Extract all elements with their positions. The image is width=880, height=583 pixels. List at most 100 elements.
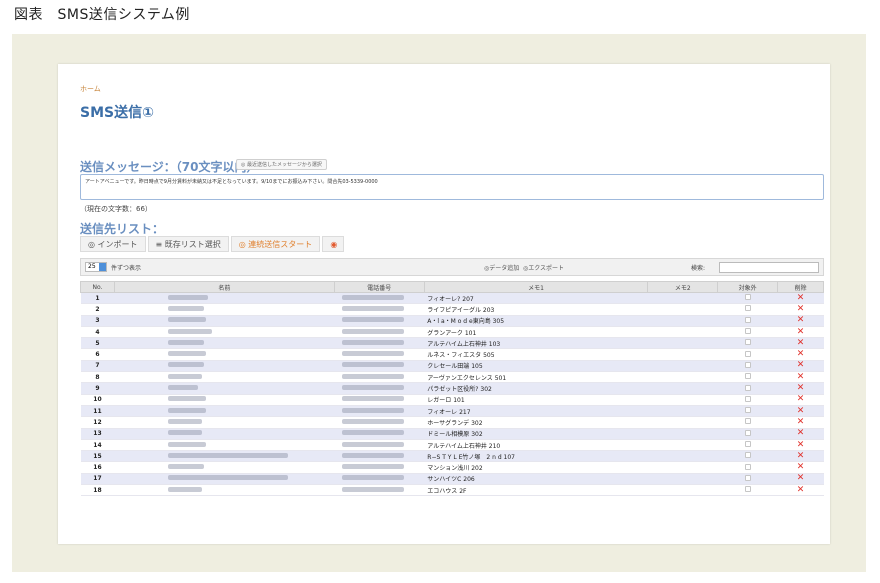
search-input[interactable] (719, 262, 819, 273)
row-no: 9 (80, 382, 115, 395)
table-row: 15 R−S T Y L E竹ノ塚 2 n d 107 ✕ (80, 450, 824, 463)
redacted-name (168, 339, 205, 345)
delete-icon[interactable]: ✕ (777, 348, 824, 361)
delete-icon[interactable]: ✕ (777, 473, 824, 486)
exclude-checkbox[interactable] (744, 395, 751, 402)
row-phone (334, 292, 425, 305)
exclude-checkbox[interactable] (744, 339, 751, 346)
redacted-phone (342, 305, 405, 311)
row-phone (334, 439, 425, 452)
delete-icon[interactable]: ✕ (777, 461, 824, 474)
row-name (114, 326, 335, 339)
exclude-checkbox[interactable] (744, 316, 751, 323)
exclude-checkbox[interactable] (744, 361, 751, 368)
col-exclude[interactable]: 対象外 (717, 281, 779, 293)
delete-icon[interactable]: ✕ (777, 484, 824, 497)
delete-icon[interactable]: ✕ (777, 382, 824, 395)
table-row: 7 クレセール田端 105 ✕ (80, 360, 824, 373)
breadcrumb-home[interactable]: ホーム (80, 84, 101, 94)
search-label: 検索: (691, 265, 706, 272)
table-toolbar: 25 件ずつ表示 ◎データ追加 ◎エクスポート 検索: (80, 258, 824, 276)
export-button[interactable]: ◎エクスポート (523, 263, 564, 272)
col-memo1[interactable]: メモ1 (423, 281, 649, 293)
delete-icon[interactable]: ✕ (777, 405, 824, 418)
table-row: 10 レガーロ 101 ✕ (80, 394, 824, 406)
redacted-phone (342, 418, 405, 424)
delete-icon[interactable]: ✕ (777, 303, 824, 316)
exclude-checkbox[interactable] (744, 486, 751, 493)
row-memo1: アルテハイム上石神井 103 (424, 337, 648, 350)
delete-icon[interactable]: ✕ (777, 315, 824, 327)
delete-icon[interactable]: ✕ (777, 326, 824, 339)
recent-messages-button[interactable]: ◎ 最近送信したメッセージから選択 (236, 159, 327, 170)
exclude-checkbox[interactable] (744, 452, 751, 459)
redacted-name (168, 305, 205, 311)
row-no: 18 (80, 484, 115, 497)
row-phone (334, 303, 425, 316)
existing-list-button[interactable]: ≡ 既存リスト選択 (147, 236, 229, 252)
row-memo2 (647, 461, 718, 474)
table-row: 9 パラゼット区役所? 302 ✕ (80, 382, 824, 395)
exclude-checkbox[interactable] (744, 418, 751, 425)
col-memo2[interactable]: メモ2 (647, 281, 719, 293)
row-exclude (717, 450, 778, 463)
row-memo1: アーヴァンエクセレンス 501 (424, 371, 648, 384)
exclude-checkbox[interactable] (744, 350, 751, 357)
row-phone (334, 461, 425, 474)
exclude-checkbox[interactable] (744, 407, 751, 414)
char-count: （現在の文字数：66） (80, 205, 152, 213)
per-page-select[interactable]: 25 (85, 262, 107, 272)
delete-icon[interactable]: ✕ (777, 337, 824, 350)
col-phone[interactable]: 電話番号 (333, 281, 425, 293)
exclude-checkbox[interactable] (744, 463, 751, 470)
exclude-checkbox[interactable] (744, 305, 751, 312)
delete-icon[interactable]: ✕ (777, 360, 824, 373)
row-phone (334, 405, 425, 418)
row-phone (334, 326, 425, 339)
exclude-checkbox[interactable] (744, 429, 751, 436)
table-row: 14 アルテハイム上石神井 210 ✕ (80, 439, 824, 452)
import-button[interactable]: ◎ インポート (80, 236, 146, 252)
row-no: 13 (80, 428, 115, 440)
delete-icon[interactable]: ✕ (777, 439, 824, 452)
row-exclude (717, 303, 778, 316)
delete-icon[interactable]: ✕ (777, 428, 824, 440)
redacted-name (168, 396, 207, 402)
redacted-name (168, 475, 289, 481)
row-phone (334, 360, 425, 373)
message-textarea[interactable]: アートアベニューです。昨日時点で9月分賃料が未納又は不足となっています。9/10… (80, 174, 824, 200)
row-memo2 (647, 360, 718, 373)
exclude-checkbox[interactable] (744, 294, 751, 301)
delete-icon[interactable]: ✕ (777, 371, 824, 384)
row-memo1: サンハイツC 206 (424, 473, 648, 486)
exclude-checkbox[interactable] (744, 441, 751, 447)
redacted-phone (342, 317, 405, 323)
start-sending-button[interactable]: ◎ 連続送信スタート (230, 236, 321, 252)
redacted-name (168, 373, 203, 379)
row-memo1: パラゼット区役所? 302 (424, 382, 648, 395)
exclude-checkbox[interactable] (744, 384, 751, 391)
redacted-phone (342, 486, 405, 492)
delete-icon[interactable]: ✕ (777, 394, 824, 406)
figure-caption: 図表 SMS送信システム例 (14, 7, 190, 23)
table-row: 17 サンハイツC 206 ✕ (80, 473, 824, 486)
screenshot-frame: ホーム SMS送信① 送信メッセージ：（70文字以内） ◎ 最近送信したメッセー… (12, 34, 866, 572)
row-no: 15 (80, 450, 115, 463)
row-memo1: ライフピアイーグル 203 (424, 303, 648, 316)
exclude-checkbox[interactable] (744, 328, 751, 335)
delete-icon[interactable]: ✕ (777, 450, 824, 463)
recipient-list-label: 送信先リスト： (80, 222, 165, 236)
col-no[interactable]: No. (80, 281, 115, 293)
exclude-checkbox[interactable] (744, 373, 751, 380)
row-name (114, 337, 335, 350)
delete-icon[interactable]: ✕ (777, 416, 824, 429)
col-name[interactable]: 名前 (113, 281, 335, 293)
row-memo2 (647, 405, 718, 418)
row-phone (334, 382, 425, 395)
redacted-name (168, 351, 207, 357)
exclude-checkbox[interactable] (744, 474, 751, 481)
help-icon[interactable]: ◉ (322, 236, 345, 252)
add-data-button[interactable]: ◎データ追加 (484, 263, 519, 272)
redacted-phone (342, 396, 405, 402)
delete-icon[interactable]: ✕ (777, 292, 824, 305)
